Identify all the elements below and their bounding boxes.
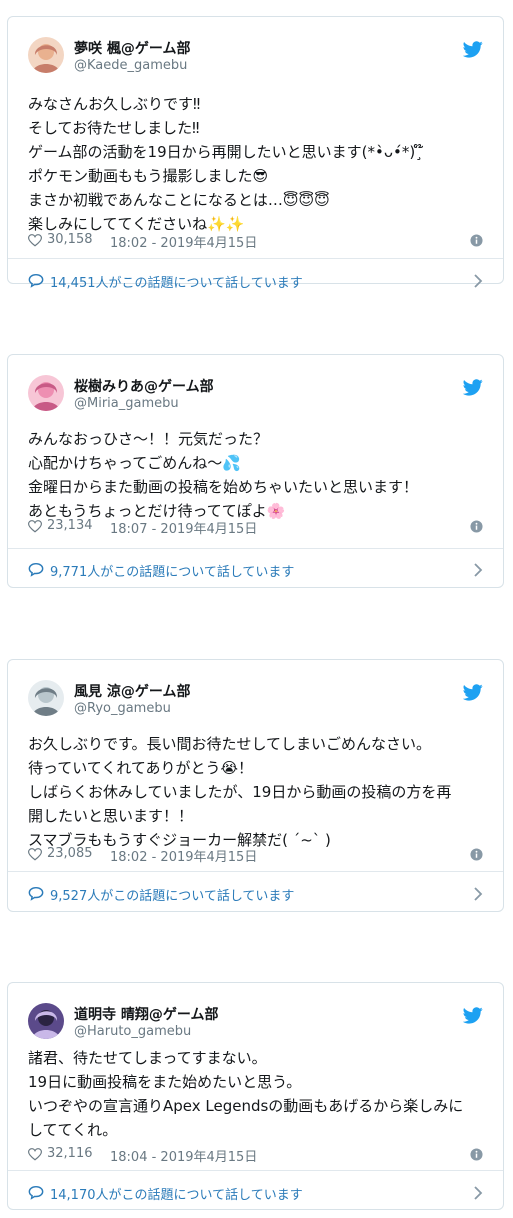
speech-bubble-icon — [28, 887, 44, 901]
divider — [8, 1170, 503, 1171]
conversation-link[interactable]: 9,771人がこの話題について話しています — [28, 558, 483, 582]
tweet-text-line: ゲーム部の活動を19日から再開したいと思います(*•̀ᴗ•́*)¸໊ — [28, 143, 423, 161]
chevron-right-icon[interactable] — [473, 1186, 483, 1200]
speech-bubble-icon — [28, 563, 44, 577]
user-handle[interactable]: @Haruto_gamebu — [74, 1024, 191, 1039]
tweet-text-line: しててくれ。 — [28, 1121, 118, 1139]
twitter-bird-icon[interactable] — [462, 684, 483, 701]
display-name[interactable]: 風見 涼@ゲーム部 — [74, 681, 190, 701]
tweet-meta: 30,158 18:02 - 2019年4月15日 — [28, 232, 483, 251]
conversation-count-text[interactable]: 9,771人がこの話題について話しています — [50, 561, 294, 580]
tweet-text-line: 心配かけちゃってごめんね～💦 — [28, 454, 241, 472]
display-name[interactable]: 桜樹みりあ@ゲーム部 — [74, 376, 214, 396]
tweet-text-line: いつぞやの宣言通りApex Legendsの動画もあげるから楽しみに — [28, 1097, 464, 1115]
chevron-right-icon[interactable] — [473, 563, 483, 577]
tweet-body: 諸君、待たせてしまってすまない。 19日に動画投稿をまた始めたいと思う。いつぞやの… — [28, 1046, 487, 1142]
conversation-link[interactable]: 14,170人がこの話題について話しています — [28, 1181, 483, 1205]
tweet-text-line: お久しぶりです。長い間お待たせしてしまいごめんなさい。 — [28, 735, 432, 753]
tweet-text-line: しばらくお休みしていましたが、19日から動画の投稿の方を再 — [28, 783, 452, 801]
info-icon[interactable] — [470, 848, 483, 861]
twitter-bird-icon[interactable] — [462, 1007, 483, 1024]
conversation-count-text[interactable]: 9,527人がこの話題について話しています — [50, 885, 294, 904]
speech-bubble-icon — [28, 1186, 44, 1200]
tweet-meta: 23,085 18:02 - 2019年4月15日 — [28, 846, 483, 865]
like-count[interactable]: 32,116 — [47, 1146, 93, 1161]
divider — [8, 258, 503, 259]
tweet-body: みんなおっひさ～！！元気だった？ 心配かけちゃってごめんね～💦 金曜日からまた動画の… — [28, 427, 487, 523]
tweet-text-line: 待っていてくれてありがとう😭！ — [28, 759, 253, 777]
heart-icon[interactable] — [28, 848, 42, 861]
conversation-count-text[interactable]: 14,170人がこの話題について話しています — [50, 1184, 303, 1203]
tweet-timestamp[interactable]: 18:07 - 2019年4月15日 — [110, 518, 257, 537]
tweet-header: 桜樹みりあ@ゲーム部 @Miria_gamebu — [28, 375, 483, 417]
tweet-header: 道明寺 晴翔@ゲーム部 @Haruto_gamebu — [28, 1003, 483, 1045]
info-icon[interactable] — [470, 1148, 483, 1161]
tweet-header: 夢咲 楓@ゲーム部 @Kaede_gamebu — [28, 37, 483, 79]
tweet-timestamp[interactable]: 18:02 - 2019年4月15日 — [110, 846, 257, 865]
tweet-text-line: 諸君、待たせてしまってすまない。 — [28, 1049, 267, 1067]
avatar[interactable] — [28, 375, 64, 411]
conversation-link[interactable]: 9,527人がこの話題について話しています — [28, 882, 483, 906]
user-handle[interactable]: @Kaede_gamebu — [74, 58, 187, 73]
info-icon[interactable] — [470, 234, 483, 247]
tweet-timestamp[interactable]: 18:02 - 2019年4月15日 — [110, 232, 257, 251]
heart-icon[interactable] — [28, 520, 42, 533]
like-count[interactable]: 23,134 — [47, 518, 93, 533]
tweet-card[interactable]: 道明寺 晴翔@ゲーム部 @Haruto_gamebu 諸君、待たせてしまってすま… — [7, 982, 504, 1210]
chevron-right-icon[interactable] — [473, 274, 483, 288]
display-name[interactable]: 夢咲 楓@ゲーム部 — [74, 38, 190, 58]
conversation-count-text[interactable]: 14,451人がこの話題について話しています — [50, 272, 303, 291]
speech-bubble-icon — [28, 274, 44, 288]
tweet-card[interactable]: 風見 涼@ゲーム部 @Ryo_gamebu お久しぶりです。長い間お待たせしてし… — [7, 659, 504, 912]
avatar[interactable] — [28, 680, 64, 716]
tweet-text-line: 金曜日からまた動画の投稿を始めちゃいたいと思います！ — [28, 478, 419, 496]
display-name[interactable]: 道明寺 晴翔@ゲーム部 — [74, 1004, 218, 1024]
tweet-body: みなさんお久しぶりです‼ そしてお待たせしました‼ ゲーム部の活動を19日から再開し… — [28, 92, 487, 236]
tweet-text-line: みんなおっひさ～！！元気だった？ — [28, 430, 269, 448]
tweet-card[interactable]: 夢咲 楓@ゲーム部 @Kaede_gamebu みなさんお久しぶりです‼ そしてお… — [7, 16, 504, 291]
tweet-text-line: まさか初戦であんなことになるとは…😇😇😇 — [28, 191, 330, 209]
user-handle[interactable]: @Miria_gamebu — [74, 396, 179, 411]
divider — [8, 548, 503, 549]
like-count[interactable]: 30,158 — [47, 232, 93, 247]
like-count[interactable]: 23,085 — [47, 846, 93, 861]
twitter-bird-icon[interactable] — [462, 41, 483, 58]
avatar[interactable] — [28, 37, 64, 73]
tweet-text-line: そしてお待たせしました‼ — [28, 119, 200, 137]
twitter-bird-icon[interactable] — [462, 379, 483, 396]
user-handle[interactable]: @Ryo_gamebu — [74, 701, 171, 716]
tweet-text-line: ポケモン動画ももう撮影しました😎 — [28, 167, 269, 185]
heart-icon[interactable] — [28, 1148, 42, 1161]
tweet-meta: 23,134 18:07 - 2019年4月15日 — [28, 518, 483, 537]
tweet-text-line: 19日に動画投稿をまた始めたいと思う。 — [28, 1073, 302, 1091]
info-icon[interactable] — [470, 520, 483, 533]
tweet-text-line: みなさんお久しぶりです‼ — [28, 95, 201, 113]
tweet-card[interactable]: 桜樹みりあ@ゲーム部 @Miria_gamebu みんなおっひさ～！！元気だった… — [7, 354, 504, 588]
chevron-right-icon[interactable] — [473, 887, 483, 901]
divider — [8, 871, 503, 872]
tweet-timestamp[interactable]: 18:04 - 2019年4月15日 — [110, 1146, 257, 1165]
tweet-meta: 32,116 18:04 - 2019年4月15日 — [28, 1146, 483, 1165]
avatar[interactable] — [28, 1003, 64, 1039]
heart-icon[interactable] — [28, 234, 42, 247]
tweet-body: お久しぶりです。長い間お待たせしてしまいごめんなさい。 待っていてくれてありがとう… — [28, 732, 487, 852]
tweet-text-line: 開したいと思います！！ — [28, 807, 194, 825]
conversation-link[interactable]: 14,451人がこの話題について話しています — [28, 269, 483, 293]
tweet-header: 風見 涼@ゲーム部 @Ryo_gamebu — [28, 680, 483, 722]
